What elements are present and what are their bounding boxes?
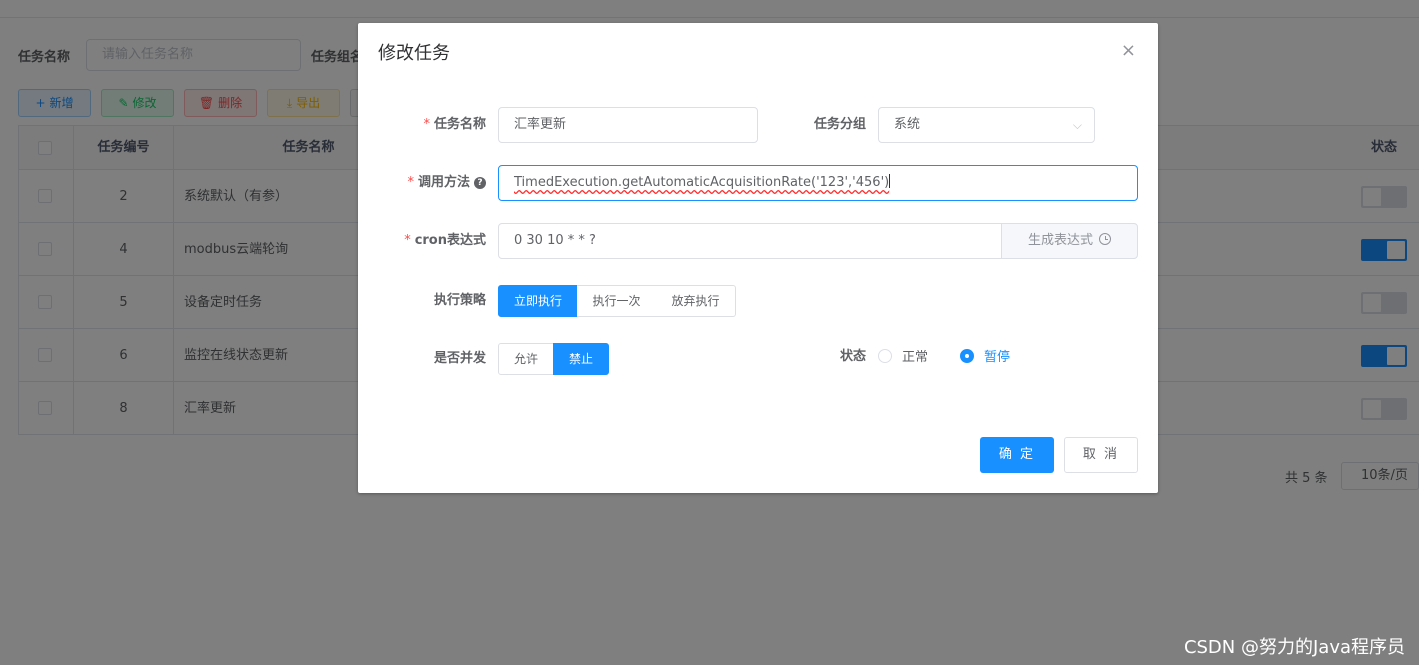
misfire-option-immediate[interactable]: 立即执行 [498,285,578,317]
task-group-select[interactable]: 系统 ⌵ [878,107,1095,143]
radio-circle-icon [878,349,892,363]
status-radio-paused[interactable]: 暂停 [960,348,1010,368]
status-radio-normal[interactable]: 正常 [878,348,928,368]
cron-input[interactable]: 0 30 10 * * ? [498,223,1003,259]
status-label: 状态 [839,349,866,364]
radio-checked-icon [960,349,974,363]
question-icon[interactable]: ? [474,177,486,189]
concurrent-option-forbid[interactable]: 禁止 [553,343,609,375]
generate-cron-button[interactable]: 生成表达式 [1001,223,1138,259]
concurrent-option-allow[interactable]: 允许 [498,343,554,375]
task-group-label: 任务分组 [813,117,866,132]
misfire-policy-label: 执行策略 [433,293,486,308]
chevron-down-icon: ⌵ [1072,118,1082,132]
dialog-title: 修改任务 [378,43,450,64]
edit-job-dialog: 修改任务 × * 任务名称 汇率更新 任务分组 系统 ⌵ * 调用方法? TimedE… [358,23,1158,493]
clock-icon [1099,233,1111,245]
cancel-button[interactable]: 取 消 [1064,437,1138,473]
task-name-input[interactable]: 汇率更新 [498,107,758,143]
misfire-option-once[interactable]: 执行一次 [577,285,657,317]
cron-label: * cron表达式 [404,233,486,248]
invoke-target-input[interactable]: TimedExecution.getAutomaticAcquisitionRa… [498,165,1138,201]
invoke-target-label: * 调用方法? [378,165,486,201]
task-name-label: * 任务名称 [423,117,486,132]
text-caret [889,174,891,188]
confirm-button[interactable]: 确 定 [980,437,1054,473]
concurrent-label: 是否并发 [433,351,486,366]
misfire-option-abandon[interactable]: 放弃执行 [656,285,736,317]
watermark: CSDN @努力的Java程序员 [1183,637,1405,658]
close-icon[interactable]: × [1121,41,1136,61]
